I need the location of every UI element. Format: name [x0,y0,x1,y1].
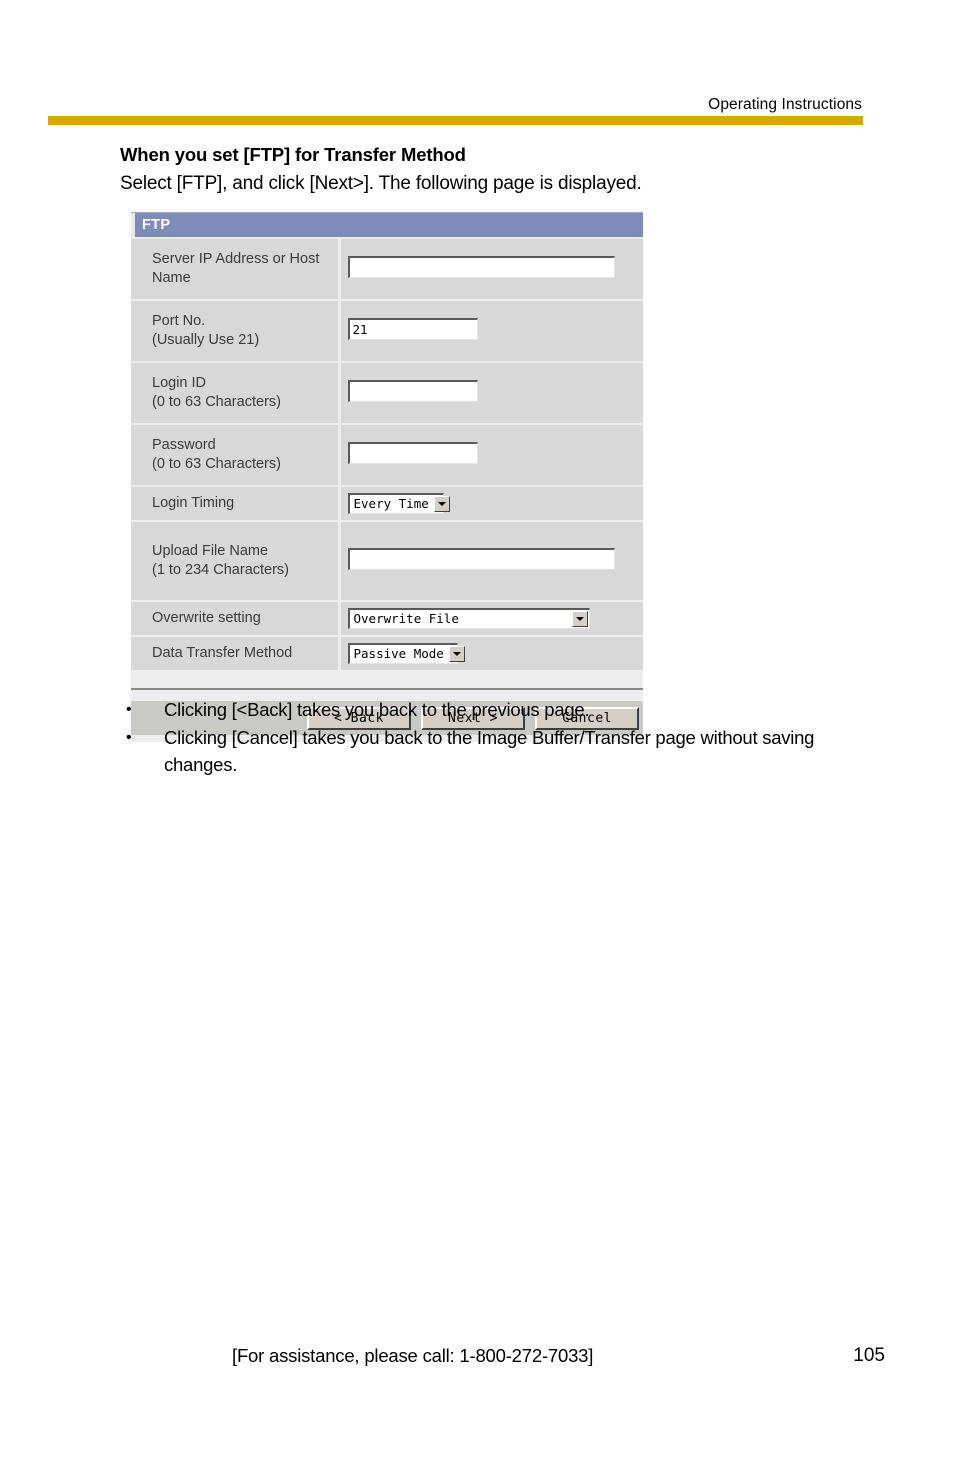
ftp-settings-table: Server IP Address or Host Name Port No. … [131,237,643,670]
chevron-down-icon[interactable] [448,646,465,662]
row-label-port-no: Port No. (Usually Use 21) [131,299,341,362]
table-row: Data Transfer Method Passive Mode [131,635,643,670]
table-row: Login Timing Every Time [131,485,643,521]
row-value-login-id [339,361,643,424]
list-item-text: Clicking [<Back] takes you back to the p… [164,699,590,720]
login-id-input[interactable] [347,379,478,402]
label-line-2: Name [152,270,191,286]
ftp-panel-title: FTP [142,217,171,233]
label-line-2: (0 to 63 Characters) [152,456,281,472]
row-label-server-ip: Server IP Address or Host Name [131,237,341,300]
header-accent-rule [48,116,863,125]
bullet-icon: • [126,729,132,747]
table-row: Overwrite setting Overwrite File [131,600,643,636]
label-line-1: Port No. [152,312,206,329]
row-label-login-timing: Login Timing [131,485,341,521]
row-value-port-no: 21 [339,299,643,362]
ftp-settings-screenshot: FTP Server IP Address or Host Name Port … [131,212,643,742]
row-value-data-transfer-method: Passive Mode [339,635,643,670]
chevron-down-icon[interactable] [433,496,450,512]
row-value-login-timing: Every Time [339,485,643,521]
server-ip-input[interactable] [347,255,615,278]
table-row: Login ID (0 to 63 Characters) [131,361,643,424]
bullet-icon: • [126,701,132,718]
login-timing-value: Every Time [353,496,429,511]
list-item: • Clicking [Cancel] takes you back to th… [120,725,865,778]
table-row: Password (0 to 63 Characters) [131,423,643,486]
row-label-overwrite-setting: Overwrite setting [131,600,341,636]
ftp-panel-titlebar: FTP [131,212,643,237]
chevron-down-icon[interactable] [571,611,588,627]
label-line-2: (1 to 234 Characters) [152,562,290,578]
label-line-1: Login Timing [152,494,235,511]
footer-assistance: [For assistance, please call: 1-800-272-… [232,1345,594,1366]
label-line-1: Login ID [152,374,207,391]
table-row: Server IP Address or Host Name [131,237,643,300]
page-title: When you set [FTP] for Transfer Method [120,144,466,165]
data-transfer-method-value: Passive Mode [353,646,444,661]
row-label-upload-file-name: Upload File Name (1 to 234 Characters) [131,520,341,601]
panel-divider [131,670,643,690]
notes-list: • Clicking [<Back] takes you back to the… [120,697,865,780]
row-value-password [339,423,643,486]
port-no-input[interactable]: 21 [347,317,478,340]
row-value-server-ip [339,237,643,300]
page-number: 105 [853,1345,885,1366]
row-label-password: Password (0 to 63 Characters) [131,423,341,486]
row-label-data-transfer-method: Data Transfer Method [131,635,341,670]
row-value-upload-file-name [339,520,643,601]
page-subtitle: Select [FTP], and click [Next>]. The fol… [120,173,642,194]
upload-file-name-input[interactable] [347,547,615,570]
label-line-2: (Usually Use 21) [152,332,260,348]
label-line-1: Password [152,436,216,453]
overwrite-setting-select[interactable]: Overwrite File [347,608,590,629]
label-line-1: Upload File Name [152,542,269,559]
login-timing-select[interactable]: Every Time [347,493,450,514]
label-line-1: Data Transfer Method [152,644,293,661]
running-header: Operating Instructions [708,96,862,113]
table-row: Upload File Name (1 to 234 Characters) [131,520,643,601]
label-line-1: Overwrite setting [152,609,261,626]
password-input[interactable] [347,441,478,464]
row-label-login-id: Login ID (0 to 63 Characters) [131,361,341,424]
label-line-2: (0 to 63 Characters) [152,394,281,410]
label-line-1: Server IP Address or Host [152,250,320,267]
list-item: • Clicking [<Back] takes you back to the… [120,697,865,723]
list-item-text: Clicking [Cancel] takes you back to the … [164,727,815,775]
data-transfer-method-select[interactable]: Passive Mode [347,643,465,664]
overwrite-setting-value: Overwrite File [353,611,459,626]
table-row: Port No. (Usually Use 21) 21 [131,299,643,362]
row-value-overwrite-setting: Overwrite File [339,600,643,636]
